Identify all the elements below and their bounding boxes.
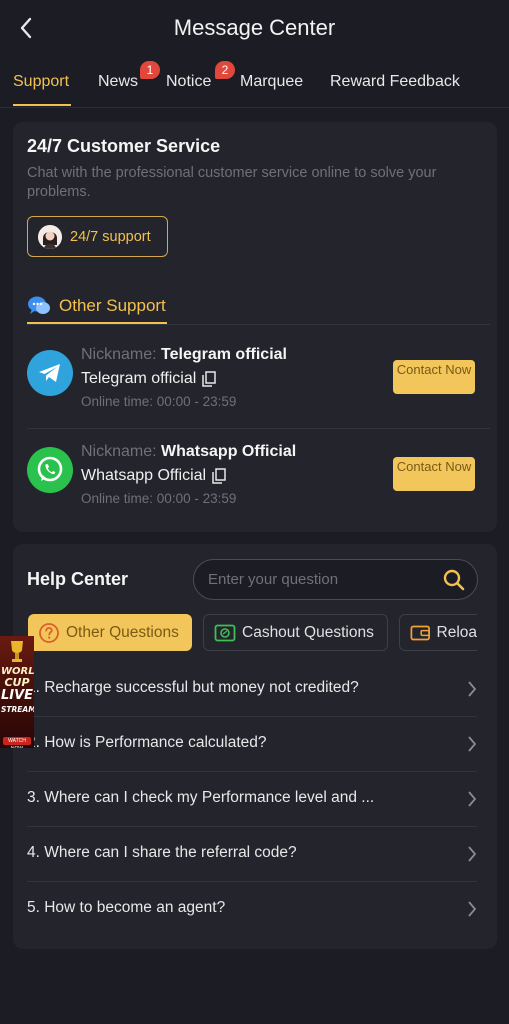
account-text: Telegram official	[81, 370, 197, 387]
customer-service-description: Chat with the professional customer serv…	[27, 165, 437, 200]
copy-icon[interactable]	[212, 468, 226, 484]
contact-account: Whatsapp Official	[81, 467, 226, 485]
contact-now-button[interactable]: Contact Now	[393, 457, 475, 491]
world-cup-promo-banner[interactable]: WORLD CUP LIVE STREAM WATCH NOW	[0, 636, 34, 748]
nickname-label: Nickname:	[81, 346, 157, 363]
chevron-right-icon	[468, 846, 477, 862]
tab-news[interactable]: News	[98, 73, 138, 91]
category-other-questions[interactable]: Other Questions	[28, 614, 192, 651]
customer-service-title: 24/7 Customer Service	[27, 136, 221, 156]
question-icon	[39, 622, 59, 643]
tab-notice[interactable]: Notice	[166, 73, 211, 91]
header-bar: Message Center	[0, 0, 509, 56]
other-support-tab[interactable]: Other Support	[27, 288, 166, 324]
cashout-icon	[214, 624, 236, 641]
category-cashout-questions[interactable]: Cashout Questions	[203, 614, 388, 651]
chevron-right-icon	[468, 681, 477, 697]
help-center-title: Help Center	[27, 569, 129, 589]
telegram-icon	[27, 350, 73, 396]
back-button[interactable]	[12, 14, 40, 42]
promo-line: STREAM	[1, 705, 34, 714]
faq-question: 5. How to become an agent?	[27, 899, 226, 916]
faq-question: 3. Where can I check my Performance leve…	[27, 789, 375, 806]
online-time: Online time: 00:00 - 23:59	[81, 394, 236, 409]
faq-item[interactable]: 5. How to become an agent?	[27, 881, 477, 936]
faq-item[interactable]: 2. How is Performance calculated?	[27, 716, 477, 771]
online-time: Online time: 00:00 - 23:59	[81, 491, 236, 506]
row-divider	[27, 428, 490, 429]
tab-reward-feedback[interactable]: Reward Feedback	[330, 73, 460, 91]
section-divider	[27, 324, 490, 325]
other-support-label: Other Support	[59, 296, 166, 315]
online-time-value: 00:00 - 23:59	[156, 394, 237, 409]
trophy-icon	[11, 641, 23, 662]
news-badge: 1	[140, 61, 160, 79]
faq-item[interactable]: 4. Where can I share the referral code?	[27, 826, 477, 881]
faq-item[interactable]: 1. Recharge successful but money not cre…	[27, 661, 477, 716]
search-input[interactable]	[208, 571, 428, 588]
chevron-left-icon	[20, 17, 32, 39]
category-label: Cashout Questions	[242, 623, 374, 641]
faq-question: 2. How is Performance calculated?	[27, 734, 267, 751]
watch-now-button[interactable]: WATCH NOW	[3, 737, 31, 748]
contact-row-telegram: Nickname: Telegram official Telegram off…	[27, 334, 490, 424]
online-time-label: Online time:	[81, 394, 154, 409]
tab-marquee[interactable]: Marquee	[240, 73, 303, 91]
page-title: Message Center	[173, 15, 336, 40]
support-button-label: 24/7 support	[70, 228, 151, 245]
search-box	[193, 559, 478, 600]
chat-bubble-icon	[28, 296, 50, 314]
agent-avatar	[38, 224, 62, 249]
category-label: Reloa	[436, 623, 478, 641]
faq-question: 4. Where can I share the referral code?	[27, 844, 297, 861]
promo-line: LIVE	[1, 688, 34, 703]
contact-row-whatsapp: Nickname: Whatsapp Official Whatsapp Off…	[27, 431, 490, 521]
faq-question: 1. Recharge successful but money not cre…	[27, 679, 359, 696]
notice-badge: 2	[215, 61, 235, 79]
nickname-value: Whatsapp Official	[161, 443, 297, 460]
contact-account: Telegram official	[81, 370, 217, 388]
active-tab-indicator	[13, 104, 71, 106]
chevron-right-icon	[468, 791, 477, 807]
promo-line: CUP	[4, 676, 30, 689]
search-icon[interactable]	[443, 569, 465, 591]
chevron-right-icon	[468, 901, 477, 917]
whatsapp-icon	[27, 447, 73, 493]
copy-icon[interactable]	[202, 371, 217, 387]
chevron-right-icon	[468, 736, 477, 752]
contact-nickname: Nickname: Telegram official	[81, 346, 287, 364]
category-reload[interactable]: Reloa	[399, 614, 477, 651]
contact-now-button[interactable]: Contact Now	[393, 360, 475, 394]
nickname-label: Nickname:	[81, 443, 157, 460]
nickname-value: Telegram official	[161, 346, 287, 363]
wallet-icon	[410, 625, 430, 640]
account-text: Whatsapp Official	[81, 467, 207, 484]
faq-item[interactable]: 3. Where can I check my Performance leve…	[27, 771, 477, 826]
support-24-7-button[interactable]: 24/7 support	[27, 216, 168, 257]
online-time-label: Online time:	[81, 491, 154, 506]
contact-nickname: Nickname: Whatsapp Official	[81, 443, 296, 461]
category-label: Other Questions	[66, 623, 179, 641]
online-time-value: 00:00 - 23:59	[156, 491, 237, 506]
other-support-indicator	[27, 322, 167, 324]
tab-support[interactable]: Support	[13, 73, 69, 91]
